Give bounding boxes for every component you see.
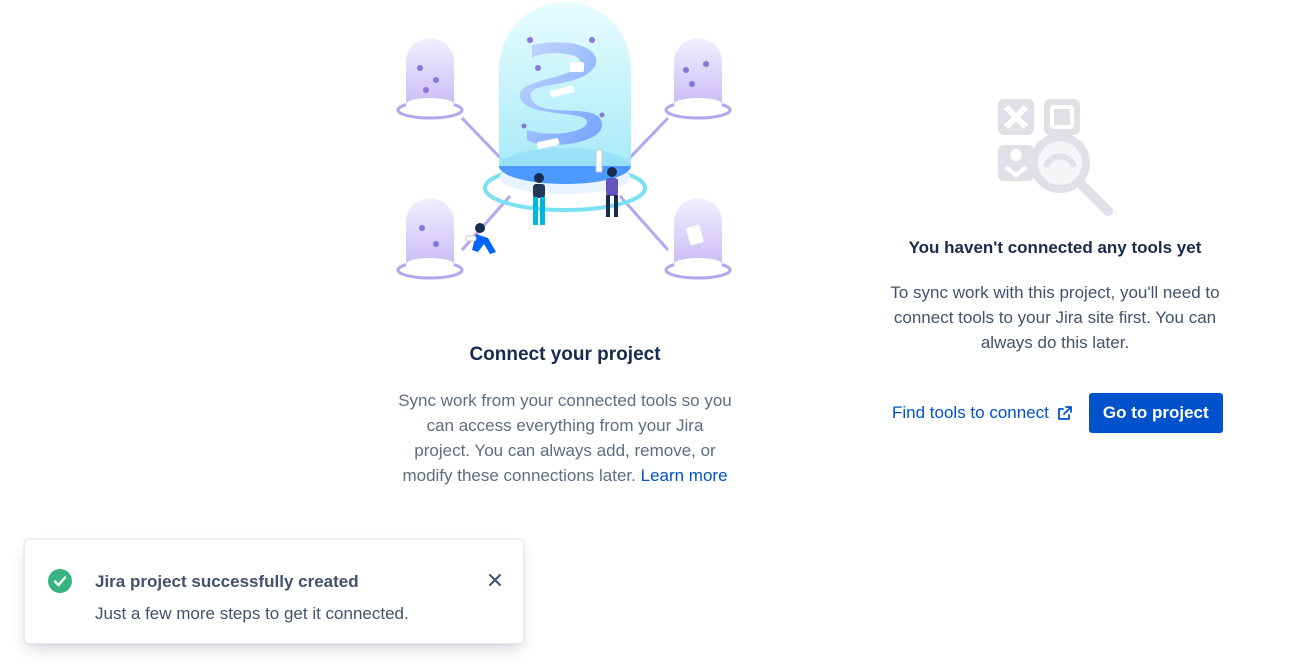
external-link-icon	[1057, 406, 1072, 420]
empty-state-description: To sync work with this project, you'll n…	[890, 283, 1220, 352]
find-tools-label: Find tools to connect	[892, 403, 1049, 422]
success-check-icon	[48, 569, 72, 593]
empty-state-title: You haven't connected any tools yet	[908, 238, 1202, 257]
find-tools-button[interactable]: Find tools to connect	[886, 393, 1079, 433]
connect-description: Sync work from your connected tools so y…	[398, 388, 732, 488]
go-to-project-button[interactable]: Go to project	[1088, 393, 1223, 433]
page: Connect your project Sync work from your…	[0, 0, 1309, 671]
connected-tools-illustration	[396, 2, 732, 280]
toast-body: Just a few more steps to get it connecte…	[95, 604, 409, 623]
close-icon	[489, 574, 501, 586]
toast-close-button[interactable]	[483, 568, 507, 592]
action-buttons: Find tools to connect Go to project	[886, 393, 1223, 433]
toast-title: Jira project successfully created	[95, 572, 359, 591]
search-tools-icon	[998, 99, 1113, 216]
success-toast: Jira project successfully created Just a…	[24, 539, 524, 644]
learn-more-link[interactable]: Learn more	[641, 466, 728, 485]
connect-title: Connect your project	[469, 344, 661, 365]
